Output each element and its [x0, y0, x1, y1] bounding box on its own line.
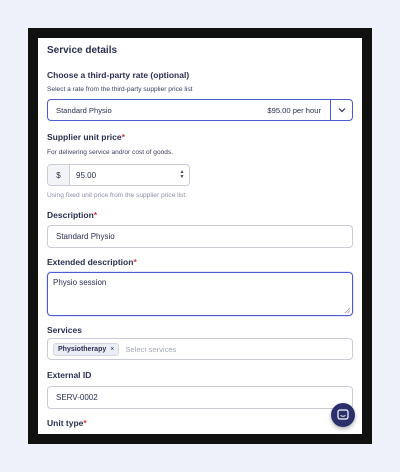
- description-label: Description*: [47, 210, 98, 220]
- description-input[interactable]: Standard Physio: [47, 225, 353, 248]
- required-mark: *: [133, 257, 137, 267]
- services-placeholder[interactable]: Select services: [125, 345, 176, 354]
- price-stepper[interactable]: ▲ ▼: [175, 165, 189, 185]
- resize-handle-icon[interactable]: [344, 307, 350, 313]
- external-id-label: External ID: [47, 370, 92, 380]
- extended-description-value: Physio session: [53, 278, 107, 287]
- rate-select-value[interactable]: Standard Physio $95.00 per hour: [48, 106, 330, 115]
- section-title: Service details: [47, 45, 118, 56]
- services-label: Services: [47, 325, 82, 335]
- rate-selected-price: $95.00 per hour: [267, 105, 321, 115]
- rate-selected-name: Standard Physio: [56, 105, 112, 115]
- required-mark: *: [121, 132, 125, 142]
- rate-select[interactable]: Standard Physio $95.00 per hour: [47, 99, 353, 121]
- stepper-down-icon[interactable]: ▼: [180, 175, 185, 180]
- required-mark: *: [93, 210, 98, 220]
- external-id-input[interactable]: SERV-0002: [47, 386, 353, 409]
- unit-price-input[interactable]: 95.00: [70, 165, 175, 185]
- chat-launcher-button[interactable]: [331, 403, 355, 427]
- rate-label: Choose a third-party rate (optional): [47, 70, 190, 80]
- rate-dropdown-toggle[interactable]: [330, 100, 352, 120]
- remove-chip-icon[interactable]: ×: [110, 346, 114, 353]
- unit-price-label: Supplier unit price*: [47, 132, 125, 142]
- service-chip-label: Physiotherapy: [58, 345, 107, 353]
- service-details-panel: Service details Choose a third-party rat…: [38, 38, 362, 434]
- unit-price-note: Using fixed unit price from the supplier…: [47, 192, 187, 199]
- extended-description-label: Extended description*: [47, 257, 137, 267]
- rate-hint: Select a rate from the third-party suppl…: [47, 86, 193, 93]
- unit-price-field[interactable]: $ 95.00 ▲ ▼: [47, 164, 190, 186]
- currency-prefix: $: [48, 165, 70, 185]
- services-multiselect[interactable]: Physiotherapy × Select services: [47, 338, 353, 360]
- extended-description-textarea[interactable]: Physio session: [47, 272, 353, 316]
- service-chip: Physiotherapy ×: [53, 342, 120, 356]
- unit-type-label: Unit type*: [47, 418, 87, 428]
- unit-price-hint: For delivering service and/or cost of go…: [47, 149, 174, 156]
- required-mark: *: [83, 418, 87, 428]
- chat-icon: [337, 409, 349, 420]
- chevron-down-icon: [338, 108, 345, 113]
